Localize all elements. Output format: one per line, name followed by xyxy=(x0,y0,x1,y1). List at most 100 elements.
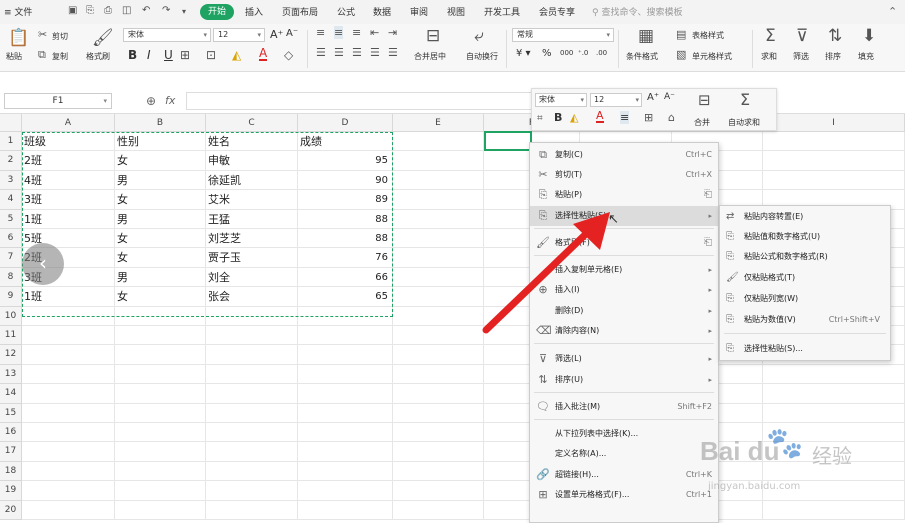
zoom-icon[interactable]: ⊕ xyxy=(146,94,156,108)
paste-option-icon[interactable]: ⎗ xyxy=(704,185,712,205)
grid-cell[interactable] xyxy=(22,403,115,423)
grid-cell[interactable]: 1班 xyxy=(22,287,115,307)
menu-item-filter[interactable]: ⊽ 筛选(L) ▸ xyxy=(530,349,718,369)
row-header[interactable]: 12 xyxy=(0,345,22,365)
row-header[interactable]: 9 xyxy=(0,287,22,307)
format-painter-button[interactable]: 格式刷 xyxy=(86,51,110,62)
grid-cell[interactable]: 艾米 xyxy=(206,190,298,210)
grid-cell[interactable] xyxy=(206,403,298,423)
print-icon[interactable]: ⎙ xyxy=(104,5,112,16)
grid-cell[interactable]: 66 xyxy=(298,267,393,288)
grid-cell[interactable]: 女 xyxy=(115,151,206,171)
redo-icon[interactable]: ↷ xyxy=(162,5,170,16)
column-header[interactable]: I xyxy=(763,114,905,132)
grid-cell[interactable] xyxy=(115,461,206,482)
grid-cell[interactable] xyxy=(763,151,905,171)
copy-icon[interactable]: ⧉ xyxy=(38,48,46,62)
align-center-icon[interactable]: ☰ xyxy=(334,46,344,59)
thousands-icon[interactable]: 000 xyxy=(560,49,573,57)
save-icon[interactable]: ▣ xyxy=(68,5,77,16)
grid-cell[interactable] xyxy=(393,151,484,171)
grid-cell[interactable]: 2班 xyxy=(22,151,115,171)
currency-icon[interactable]: ¥ ▾ xyxy=(516,48,531,59)
decrease-decimal-icon[interactable]: .00 xyxy=(596,49,607,57)
grid-cell[interactable]: 1班 xyxy=(22,209,115,229)
menu-item-sort[interactable]: ⇅ 排序(U) ▸ xyxy=(530,370,718,390)
grid-cell[interactable] xyxy=(206,500,298,520)
grid-cell[interactable] xyxy=(393,267,484,288)
row-header[interactable]: 5 xyxy=(0,209,22,229)
fill-color-icon[interactable]: ◭ xyxy=(232,48,241,62)
paste-button[interactable]: 粘贴 xyxy=(6,51,22,62)
row-header[interactable]: 3 xyxy=(0,170,22,191)
mini-increase-font-icon[interactable]: A⁺ xyxy=(647,92,659,103)
column-header[interactable]: E xyxy=(393,114,484,132)
grid-cell[interactable] xyxy=(393,364,484,385)
align-bottom-icon[interactable]: ≡ xyxy=(352,26,361,39)
grid-cell[interactable] xyxy=(115,481,206,501)
table-style-button[interactable]: 表格样式 xyxy=(692,30,724,41)
grid-cell[interactable] xyxy=(206,423,298,443)
column-header[interactable]: C xyxy=(206,114,298,132)
grid-cell[interactable] xyxy=(393,132,484,152)
grid-cell[interactable] xyxy=(393,287,484,307)
grid-cell[interactable] xyxy=(393,248,484,268)
conditional-format-icon[interactable]: ▦ xyxy=(638,26,654,46)
cell-fill-icon[interactable]: ⊡ xyxy=(206,48,216,62)
grid-cell[interactable]: 90 xyxy=(298,170,393,191)
grid-cell[interactable] xyxy=(393,461,484,482)
grid-cell[interactable] xyxy=(393,345,484,365)
name-box[interactable]: F1 ▾ xyxy=(4,93,112,109)
format-painter-icon[interactable]: 🖌 xyxy=(92,28,114,48)
grid-cell[interactable] xyxy=(298,423,393,443)
percent-icon[interactable]: % xyxy=(542,48,552,59)
menu-item-format-cells[interactable]: ⊞ 设置单元格格式(F)... Ctrl+1 xyxy=(530,485,718,505)
align-right-icon[interactable]: ☰ xyxy=(352,46,362,59)
row-header[interactable]: 2 xyxy=(0,151,22,171)
grid-cell[interactable] xyxy=(393,170,484,191)
distributed-icon[interactable]: ☰ xyxy=(388,46,398,59)
grid-cell[interactable]: 徐延凯 xyxy=(206,170,298,191)
grid-cell[interactable] xyxy=(298,403,393,423)
grid-cell[interactable] xyxy=(763,384,905,404)
grid-cell[interactable] xyxy=(22,306,115,326)
sum-icon[interactable]: Σ xyxy=(765,26,776,46)
grid-cell[interactable] xyxy=(393,481,484,501)
mini-border-icon[interactable]: ⊞ xyxy=(644,111,653,124)
submenu-item-paste-special[interactable]: ⎘ 选择性粘贴(S)... xyxy=(720,339,890,359)
mini-fill-color-icon[interactable]: ◭ xyxy=(570,111,578,124)
grid-cell[interactable] xyxy=(298,326,393,346)
grid-cell[interactable] xyxy=(393,384,484,404)
row-header[interactable]: 15 xyxy=(0,403,22,423)
sort-icon[interactable]: ⇅ xyxy=(828,26,842,46)
grid-cell[interactable] xyxy=(393,500,484,520)
row-header[interactable]: 13 xyxy=(0,364,22,385)
mini-autosum-icon[interactable]: Σ xyxy=(740,90,750,109)
row-header[interactable]: 20 xyxy=(0,500,22,520)
mini-merge-button[interactable]: 合并 xyxy=(694,117,710,128)
underline-button[interactable]: U xyxy=(164,48,173,62)
file-menu[interactable]: ≡ 文件 xyxy=(4,5,32,18)
tab-formulas[interactable]: 公式 xyxy=(337,5,355,18)
indent-decrease-icon[interactable]: ⇤ xyxy=(370,26,379,39)
grid-cell[interactable]: 性别 xyxy=(115,132,206,152)
grid-cell[interactable] xyxy=(115,364,206,385)
grid-cell[interactable] xyxy=(115,326,206,346)
sort-button[interactable]: 排序 xyxy=(825,51,841,62)
bold-button[interactable]: B xyxy=(128,48,137,62)
font-size-select[interactable]: 12 ▾ xyxy=(213,28,265,42)
grid-cell[interactable]: 成绩 xyxy=(298,132,393,152)
grid-cell[interactable] xyxy=(393,306,484,326)
grid-cell[interactable]: 3班 xyxy=(22,190,115,210)
mini-font-color-icon[interactable]: A xyxy=(596,110,604,123)
grid-cell[interactable] xyxy=(763,132,905,152)
number-format-select[interactable]: 常规 ▾ xyxy=(512,28,614,42)
grid-cell[interactable]: 女 xyxy=(115,190,206,210)
column-header[interactable]: D xyxy=(298,114,393,132)
grid-cell[interactable] xyxy=(763,364,905,385)
grid-cell[interactable] xyxy=(206,384,298,404)
grid-cell[interactable] xyxy=(298,364,393,385)
grid-cell[interactable]: 89 xyxy=(298,190,393,210)
column-header[interactable]: A xyxy=(22,114,115,132)
mini-brush-icon[interactable]: ⌂ xyxy=(668,111,675,124)
